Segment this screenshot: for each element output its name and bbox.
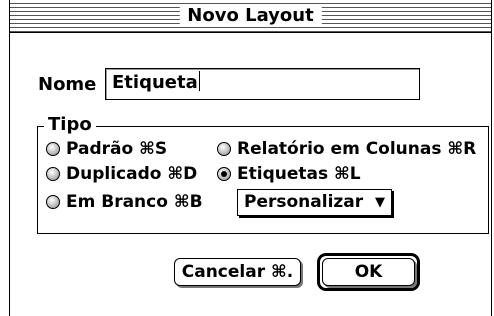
radio-em-branco-label: Em Branco ⌘B	[66, 192, 203, 212]
title-bar[interactable]: Novo Layout	[10, 0, 491, 33]
name-input[interactable]: Etiqueta	[105, 68, 420, 100]
radio-button-icon	[46, 195, 60, 209]
radio-duplicado-label: Duplicado ⌘D	[66, 164, 198, 184]
radio-padrao-label: Padrão ⌘S	[66, 139, 168, 159]
new-layout-dialog: Novo Layout Nome Etiqueta Tipo Padrão ⌘S…	[9, 0, 492, 316]
radio-button-icon	[46, 142, 60, 156]
radio-relatorio-colunas[interactable]: Relatório em Colunas ⌘R	[217, 138, 476, 160]
radio-duplicado[interactable]: Duplicado ⌘D	[46, 163, 197, 185]
radio-button-icon	[46, 167, 60, 181]
cancel-button[interactable]: Cancelar ⌘.	[174, 258, 301, 286]
text-caret	[198, 71, 200, 91]
dialog-title: Novo Layout	[179, 5, 322, 27]
type-group-label: Tipo	[44, 114, 96, 136]
label-type-popup-value: Personalizar	[244, 192, 364, 212]
radio-padrao[interactable]: Padrão ⌘S	[46, 138, 167, 160]
radio-button-selected-icon	[217, 167, 231, 181]
label-type-popup[interactable]: Personalizar ▼	[237, 189, 392, 216]
radio-etiquetas-label: Etiquetas ⌘L	[237, 164, 361, 184]
triangle-down-icon: ▼	[375, 195, 385, 210]
name-input-value: Etiqueta	[112, 72, 198, 93]
name-label: Nome	[38, 74, 97, 95]
radio-em-branco[interactable]: Em Branco ⌘B	[46, 191, 203, 213]
radio-relatorio-colunas-label: Relatório em Colunas ⌘R	[237, 139, 477, 159]
radio-etiquetas[interactable]: Etiquetas ⌘L	[217, 163, 361, 185]
radio-button-icon	[217, 142, 231, 156]
ok-button[interactable]: OK	[322, 258, 415, 286]
